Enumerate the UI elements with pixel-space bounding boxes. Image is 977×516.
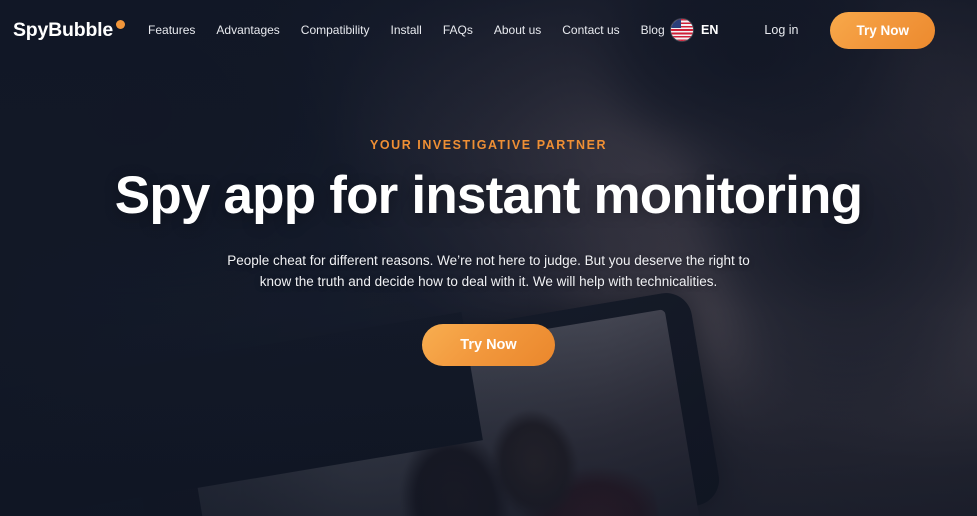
language-code: EN bbox=[701, 23, 719, 37]
nav-item-about-us[interactable]: About us bbox=[494, 23, 541, 37]
site-header: SpyBubble Features Advantages Compatibil… bbox=[0, 0, 977, 60]
page-title: Spy app for instant monitoring bbox=[114, 166, 863, 225]
nav-item-features[interactable]: Features bbox=[148, 23, 195, 37]
main-navigation: Features Advantages Compatibility Instal… bbox=[148, 23, 665, 37]
nav-item-blog[interactable]: Blog bbox=[641, 23, 665, 37]
nav-item-contact-us[interactable]: Contact us bbox=[562, 23, 619, 37]
logo[interactable]: SpyBubble bbox=[13, 18, 126, 42]
us-flag-icon bbox=[671, 19, 694, 41]
hero-paragraph: People cheat for different reasons. We’r… bbox=[227, 253, 750, 289]
hero-eyebrow: YOUR INVESTIGATIVE PARTNER bbox=[369, 138, 608, 152]
hero-try-now-button[interactable]: Try Now bbox=[422, 324, 555, 366]
language-selector[interactable]: EN bbox=[671, 19, 718, 41]
nav-item-install[interactable]: Install bbox=[391, 23, 422, 37]
logo-text: SpyBubble bbox=[13, 18, 114, 41]
login-link[interactable]: Log in bbox=[764, 23, 798, 37]
landing-page: Honey 😘 SpyBubble Features Advantages Co… bbox=[0, 0, 977, 516]
header-actions: EN Log in Try Now bbox=[671, 11, 935, 49]
nav-item-compatibility[interactable]: Compatibility bbox=[301, 23, 370, 37]
nav-item-advantages[interactable]: Advantages bbox=[216, 23, 279, 37]
logo-dot-icon bbox=[116, 19, 126, 29]
nav-item-faqs[interactable]: FAQs bbox=[443, 23, 473, 37]
header-try-now-button[interactable]: Try Now bbox=[830, 11, 935, 49]
